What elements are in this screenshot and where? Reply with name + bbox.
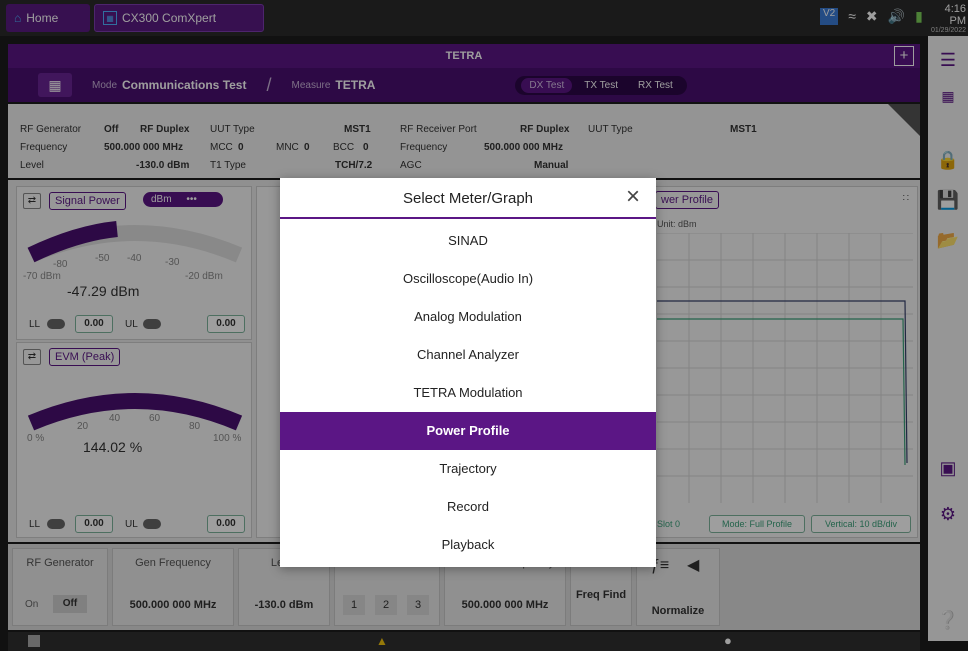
option-oscilloscope[interactable]: Oscilloscope(Audio In) [280,260,656,298]
option-playback[interactable]: Playback [280,526,656,564]
option-channel-analyzer[interactable]: Channel Analyzer [280,336,656,374]
option-sinad[interactable]: SINAD [280,222,656,260]
close-icon[interactable]: × [622,185,644,209]
option-tetra-modulation[interactable]: TETRA Modulation [280,374,656,412]
option-analog-modulation[interactable]: Analog Modulation [280,298,656,336]
select-meter-dialog: Select Meter/Graph × SINAD Oscilloscope(… [280,178,656,567]
option-power-profile[interactable]: Power Profile [280,412,656,450]
dialog-title: Select Meter/Graph [280,178,656,219]
option-record[interactable]: Record [280,488,656,526]
option-trajectory[interactable]: Trajectory [280,450,656,488]
